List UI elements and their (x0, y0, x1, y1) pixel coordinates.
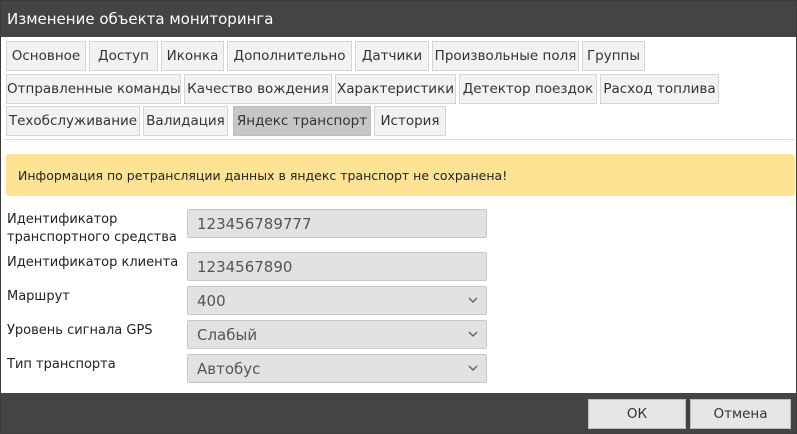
tab-icon[interactable]: Иконка (161, 41, 224, 71)
chevron-down-icon (468, 365, 478, 372)
vehicle-id-label-line2: транспортного средства (7, 230, 177, 245)
tab-trip-detector[interactable]: Детектор поездок (459, 74, 597, 104)
warning-alert: Информация по ретрансляции данных в янде… (6, 154, 795, 196)
client-id-label: Идентификатор клиента (7, 255, 179, 270)
vehicle-id-label-line1: Идентификатор (7, 212, 118, 227)
tab-sent-commands[interactable]: Отправленные команды (6, 74, 181, 104)
tab-yandex-transport[interactable]: Яндекс транспорт (233, 106, 371, 136)
tab-additional[interactable]: Дополнительно (227, 41, 352, 71)
ok-button[interactable]: ОК (588, 399, 686, 429)
route-label: Маршрут (7, 289, 70, 304)
gps-level-select[interactable]: Слабый (187, 320, 487, 349)
tab-characteristics[interactable]: Характеристики (335, 74, 456, 104)
dialog-footer: ОК Отмена (1, 393, 796, 433)
tab-maintenance[interactable]: Техобслуживание (6, 106, 140, 136)
client-id-field[interactable]: 1234567890 (187, 252, 487, 281)
tabs-divider (5, 139, 794, 140)
tab-driving-quality[interactable]: Качество вождения (184, 74, 332, 104)
chevron-down-icon (468, 331, 478, 338)
tab-groups[interactable]: Группы (582, 41, 645, 71)
tab-main[interactable]: Основное (6, 41, 86, 71)
route-value: 400 (197, 292, 226, 310)
route-select[interactable]: 400 (187, 286, 487, 315)
tab-access[interactable]: Доступ (89, 41, 158, 71)
cancel-button[interactable]: Отмена (690, 399, 791, 429)
monitoring-object-dialog: Изменение объекта мониторинга Основное Д… (0, 0, 797, 434)
tab-custom-fields[interactable]: Произвольные поля (432, 41, 579, 71)
transport-type-value: Автобус (197, 360, 261, 378)
tab-validation[interactable]: Валидация (143, 106, 228, 136)
tab-fuel-consumption[interactable]: Расход топлива (600, 74, 719, 104)
tab-history[interactable]: История (374, 106, 446, 136)
tab-sensors[interactable]: Датчики (355, 41, 429, 71)
vehicle-id-field[interactable]: 123456789777 (187, 209, 487, 238)
chevron-down-icon (468, 297, 478, 304)
dialog-title: Изменение объекта мониторинга (1, 1, 796, 37)
transport-type-label: Тип транспорта (7, 357, 116, 372)
transport-type-select[interactable]: Автобус (187, 354, 487, 383)
gps-level-label: Уровень сигнала GPS (7, 323, 153, 338)
gps-level-value: Слабый (197, 326, 258, 344)
vehicle-id-label: Идентификатор транспортного средства (7, 211, 177, 247)
